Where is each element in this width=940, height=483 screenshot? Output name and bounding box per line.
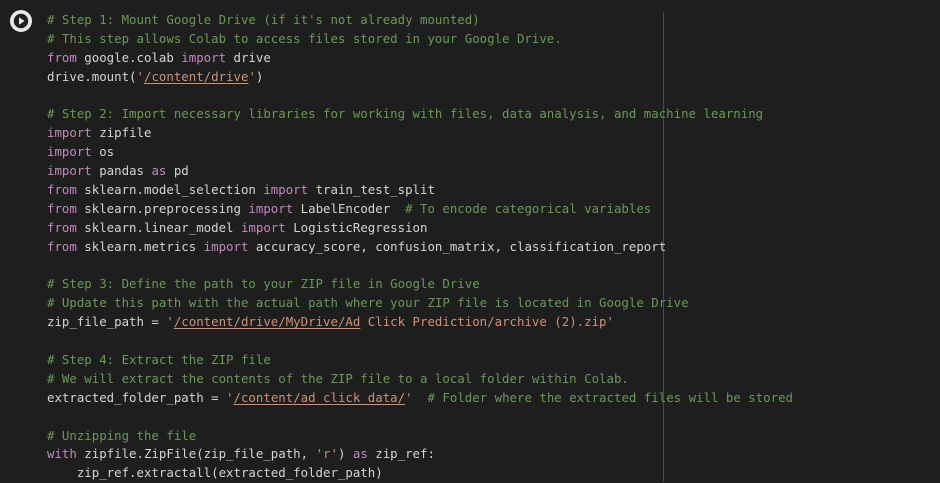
code-line: # Unzipping the file — [47, 427, 793, 446]
code-token-plain: pandas — [91, 163, 152, 179]
code-line: # Update this path with the actual path … — [47, 294, 793, 313]
code-line: zip_file_path = '/content/drive/MyDrive/… — [47, 313, 793, 332]
code-token-keyword: from — [47, 49, 77, 65]
code-token-comment: # Unzipping the file — [47, 427, 197, 443]
code-line: with zipfile.ZipFile(zip_file_path, 'r')… — [47, 445, 793, 464]
code-line: # This step allows Colab to access files… — [47, 30, 793, 49]
code-line: from sklearn.preprocessing import LabelE… — [47, 200, 793, 219]
code-token-comment: # Step 1: Mount Google Drive (if it's no… — [47, 12, 480, 27]
code-token-plain: zipfile — [91, 125, 152, 141]
code-token-plain: zip_file_path = — [47, 314, 167, 330]
code-line: # Step 3: Define the path to your ZIP fi… — [47, 275, 793, 294]
code-token-string: 'r' — [315, 446, 338, 462]
code-line: # We will extract the contents of the ZI… — [47, 370, 793, 389]
code-token-keyword: import — [248, 200, 294, 216]
code-token-plain: extracted_folder_path = — [47, 389, 227, 405]
code-token-plain: train_test_split — [308, 182, 435, 198]
code-token-string: Click Prediction/archive (2).zip' — [360, 314, 614, 330]
code-token-link: /content/drive — [144, 68, 249, 84]
code-token-keyword: as — [151, 163, 167, 179]
code-token-plain: sklearn.model_selection — [76, 182, 264, 198]
code-token-keyword: import — [263, 182, 309, 198]
code-token-string: ' — [226, 389, 234, 405]
code-token-comment: # Update this path with the actual path … — [47, 295, 689, 311]
code-token-link: /content/ad_click_data/ — [233, 389, 406, 405]
code-token-plain: zipfile.ZipFile(zip_file_path, — [76, 446, 316, 462]
code-line: from sklearn.linear_model import Logisti… — [47, 219, 793, 238]
code-token-keyword: with — [47, 446, 77, 462]
play-icon — [11, 11, 31, 31]
code-token-comment: # We will extract the contents of the ZI… — [47, 370, 629, 386]
code-token-keyword: import — [240, 219, 286, 235]
code-token-plain: drive — [226, 49, 271, 65]
code-token-keyword: import — [203, 238, 249, 254]
code-token-plain: ) — [255, 68, 264, 84]
code-token-plain: sklearn.metrics — [76, 238, 204, 254]
code-token-string: ' — [136, 68, 144, 84]
code-token-keyword: from — [47, 182, 77, 198]
code-token-plain: zip_ref.extractall(extracted_folder_path… — [47, 465, 383, 481]
code-token-keyword: from — [47, 219, 77, 235]
code-token-plain: pd — [166, 163, 189, 179]
code-token-comment: # Step 2: Import necessary libraries for… — [47, 106, 764, 122]
run-cell-button[interactable] — [10, 10, 32, 32]
code-token-plain: google.colab — [76, 49, 182, 65]
code-token-comment: # Step 3: Define the path to your ZIP fi… — [47, 276, 480, 292]
code-token-plain: drive.mount( — [47, 68, 137, 84]
code-line: import zipfile — [47, 124, 793, 143]
code-token-plain: os — [91, 144, 115, 160]
code-token-comment: # This step allows Colab to access files… — [47, 30, 562, 46]
code-line: extracted_folder_path = '/content/ad_cli… — [47, 389, 793, 408]
code-line: # Step 1: Mount Google Drive (if it's no… — [47, 11, 793, 30]
code-line: from sklearn.metrics import accuracy_sco… — [47, 238, 793, 257]
code-token-comment: # To encode categorical variables — [405, 200, 652, 216]
code-line: import pandas as pd — [47, 162, 793, 181]
code-token-string: ' — [166, 314, 174, 330]
code-token-plain: LabelEncoder — [293, 200, 406, 216]
code-line: zip_ref.extractall(extracted_folder_path… — [47, 464, 793, 483]
code-token-string: ' — [248, 68, 256, 84]
code-token-keyword: from — [47, 200, 77, 216]
code-line: import os — [47, 143, 793, 162]
code-token-plain: zip_ref: — [367, 446, 435, 462]
code-line: from sklearn.model_selection import trai… — [47, 181, 793, 200]
code-token-plain: ) — [337, 446, 353, 462]
code-token-keyword: import — [47, 125, 92, 141]
code-line: # Step 2: Import necessary libraries for… — [47, 105, 793, 124]
code-token-keyword: as — [352, 446, 368, 462]
code-line: from google.colab import drive — [47, 49, 793, 68]
code-token-keyword: from — [47, 238, 77, 254]
code-line: # Step 4: Extract the ZIP file — [47, 351, 793, 370]
code-token-comment: # Step 4: Extract the ZIP file — [47, 352, 271, 368]
code-cell[interactable]: # Step 1: Mount Google Drive (if it's no… — [0, 0, 940, 482]
code-token-comment: # Folder where the extracted files will … — [427, 389, 794, 405]
code-token-link: /content/drive/MyDrive/Ad — [173, 314, 361, 330]
code-token-keyword: import — [47, 144, 92, 160]
code-token-string: ' — [405, 389, 413, 405]
code-token-plain: sklearn.linear_model — [76, 219, 241, 235]
code-line: drive.mount('/content/drive') — [47, 68, 793, 87]
code-token-plain: accuracy_score, confusion_matrix, classi… — [248, 238, 667, 254]
code-token-plain: sklearn.preprocessing — [76, 200, 249, 216]
code-token-keyword: import — [47, 163, 92, 179]
code-editor[interactable]: # Step 1: Mount Google Drive (if it's no… — [47, 11, 793, 483]
code-token-plain: LogisticRegression — [285, 219, 428, 235]
code-token-keyword: import — [181, 49, 227, 65]
